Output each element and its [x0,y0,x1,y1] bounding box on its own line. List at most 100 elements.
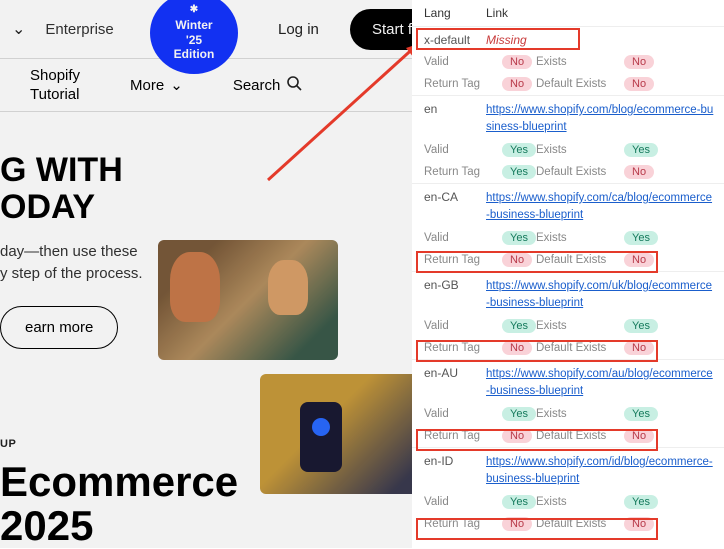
label-exists: Exists [536,408,616,420]
lang-code: en-ID [424,454,486,468]
lang-code: en-AU [424,366,486,380]
hreflang-link[interactable]: https://www.shopify.com/ca/blog/ecommerc… [486,192,712,221]
hreflang-link[interactable]: https://www.shopify.com/uk/blog/ecommerc… [486,280,712,309]
tutorial-line1: Shopify [30,66,80,86]
pill-valid: Yes [494,230,536,246]
lang-block: en https://www.shopify.com/blog/ecommerc… [412,95,724,183]
hreflang-link[interactable]: https://www.shopify.com/blog/ecommerce-b… [486,104,713,133]
label-exists: Exists [536,496,616,508]
label-exists: Exists [536,56,616,68]
pill-default-exists: No [616,428,658,444]
pill-default-exists: No [616,76,658,92]
panel-table: x-default Missing Valid No Exists No Ret… [412,26,724,535]
search-label: Search [233,77,281,94]
row-return: Return Tag No Default Exists No [412,337,724,359]
hreflang-panel: Lang Link x-default Missing Valid No Exi… [412,0,724,548]
more-label: More [130,77,164,94]
lang-block: en-CA https://www.shopify.com/ca/blog/ec… [412,183,724,271]
chevron-down-icon[interactable]: ⌄ [12,19,25,39]
label-default-exists: Default Exists [536,518,616,530]
sparkle-icon: ✱ [190,4,198,16]
pill-return: No [494,252,536,268]
pill-default-exists: No [616,340,658,356]
lang-code: en-CA [424,190,486,204]
badge-line: '25 [186,33,202,47]
label-valid: Valid [424,144,494,156]
col-lang: Lang [424,6,486,20]
row-valid: Valid Yes Exists Yes [412,491,724,513]
label-default-exists: Default Exists [536,342,616,354]
pill-default-exists: No [616,164,658,180]
label-valid: Valid [424,56,494,68]
nav-shopify-tutorial[interactable]: Shopify Tutorial [30,66,80,105]
lang-code: en-GB [424,278,486,292]
lang-block: en-ID https://www.shopify.com/id/blog/ec… [412,447,724,535]
hero-image-2 [260,374,420,494]
hreflang-link[interactable]: https://www.shopify.com/id/blog/ecommerc… [486,456,713,485]
badge-line: Edition [174,47,215,61]
pill-return: No [494,428,536,444]
pill-valid: Yes [494,318,536,334]
login-link[interactable]: Log in [278,21,319,38]
pill-exists: Yes [616,318,658,334]
label-exists: Exists [536,144,616,156]
pill-exists: Yes [616,142,658,158]
label-default-exists: Default Exists [536,254,616,266]
lang-block: en-AU https://www.shopify.com/au/blog/ec… [412,359,724,447]
row-lang: en-GB https://www.shopify.com/uk/blog/ec… [412,272,724,315]
label-return: Return Tag [424,518,494,530]
row-valid: Valid Yes Exists Yes [412,315,724,337]
pill-valid: Yes [494,494,536,510]
learn-more-button[interactable]: earn more [0,306,118,349]
pill-exists: Yes [616,494,658,510]
row-return: Return Tag No Default Exists No [412,73,724,95]
label-valid: Valid [424,408,494,420]
label-exists: Exists [536,232,616,244]
nav-more[interactable]: More ⌄ [130,76,183,94]
pill-exists: Yes [616,230,658,246]
pill-valid: Yes [494,142,536,158]
lang-code: en [424,102,486,116]
pill-return: No [494,76,536,92]
pill-valid: Yes [494,406,536,422]
row-return: Return Tag No Default Exists No [412,249,724,271]
label-return: Return Tag [424,78,494,90]
chevron-down-icon: ⌄ [170,76,183,94]
lang-block: x-default Missing Valid No Exists No Ret… [412,26,724,95]
lang-code: x-default [424,33,486,47]
row-lang: en-ID https://www.shopify.com/id/blog/ec… [412,448,724,491]
label-valid: Valid [424,320,494,332]
label-default-exists: Default Exists [536,430,616,442]
pill-valid: No [494,54,536,70]
label-exists: Exists [536,320,616,332]
nav-enterprise[interactable]: Enterprise [45,21,113,38]
tutorial-line2: Tutorial [30,85,80,105]
label-valid: Valid [424,232,494,244]
pill-return: Yes [494,164,536,180]
row-return: Return Tag No Default Exists No [412,513,724,535]
row-valid: Valid Yes Exists Yes [412,227,724,249]
row-return: Return Tag No Default Exists No [412,425,724,447]
pill-return: No [494,340,536,356]
pill-return: No [494,516,536,532]
row-lang: en https://www.shopify.com/blog/ecommerc… [412,96,724,139]
link-missing: Missing [486,33,527,47]
hreflang-link[interactable]: https://www.shopify.com/au/blog/ecommerc… [486,368,713,397]
badge-line: Winter [175,18,212,32]
pill-exists: Yes [616,406,658,422]
row-lang: x-default Missing [412,27,724,51]
row-return: Return Tag Yes Default Exists No [412,161,724,183]
pill-exists: No [616,54,658,70]
pill-default-exists: No [616,252,658,268]
pill-default-exists: No [616,516,658,532]
nav-search[interactable]: Search [233,75,303,95]
panel-header: Lang Link [412,0,724,26]
label-return: Return Tag [424,430,494,442]
row-valid: Valid No Exists No [412,51,724,73]
col-link: Link [486,6,508,20]
label-default-exists: Default Exists [536,166,616,178]
row-valid: Valid Yes Exists Yes [412,403,724,425]
label-valid: Valid [424,496,494,508]
row-lang: en-AU https://www.shopify.com/au/blog/ec… [412,360,724,403]
label-default-exists: Default Exists [536,78,616,90]
